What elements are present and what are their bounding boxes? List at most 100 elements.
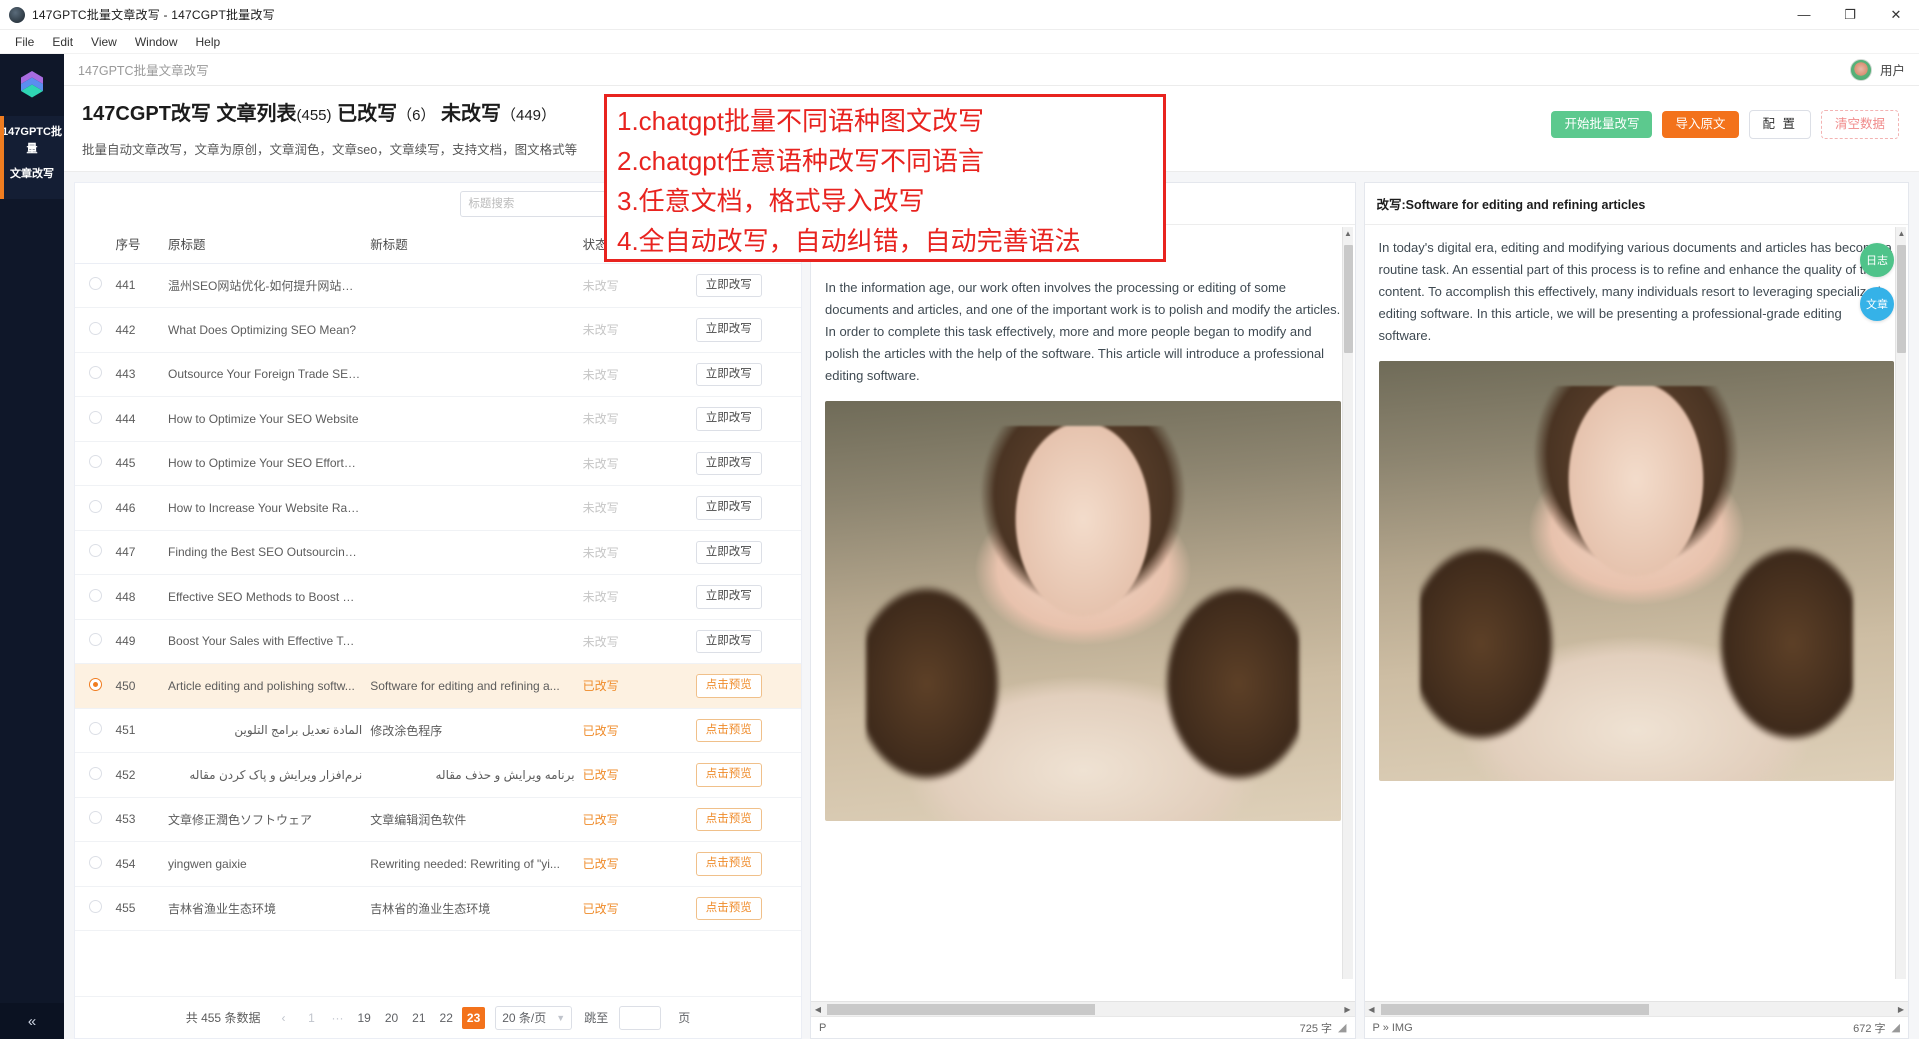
row-action-cell[interactable]: 立即改写 [696,308,801,353]
article-float-button[interactable]: 文章 [1860,287,1894,321]
table-row[interactable]: 454yingwen gaixieRewriting needed: Rewri… [75,842,801,887]
row-action-button[interactable]: 点击预览 [696,763,762,787]
scroll-thumb-h[interactable] [827,1004,1095,1015]
row-select-cell[interactable] [75,797,115,842]
user-area[interactable]: 用户 [1850,59,1905,81]
row-select-cell[interactable] [75,886,115,931]
row-select-cell[interactable] [75,263,115,308]
table-row[interactable]: 442What Does Optimizing SEO Mean?未改写立即改写 [75,308,801,353]
row-action-cell[interactable]: 立即改写 [696,619,801,664]
log-float-button[interactable]: 日志 [1860,243,1894,277]
maximize-button[interactable]: ❐ [1827,0,1873,30]
row-radio[interactable] [89,811,102,824]
row-radio[interactable] [89,856,102,869]
row-action-button[interactable]: 立即改写 [696,407,762,431]
row-radio[interactable] [89,544,102,557]
row-radio[interactable] [89,366,102,379]
row-select-cell[interactable] [75,352,115,397]
row-action-cell[interactable]: 立即改写 [696,263,801,308]
original-editor-body[interactable]: Editing software In the information age,… [811,225,1355,1001]
row-radio[interactable] [89,277,102,290]
row-action-cell[interactable]: 点击预览 [696,842,801,887]
sidebar-item-rewrite[interactable]: 147GPTC批量 文章改写 [0,116,64,199]
row-select-cell[interactable] [75,575,115,620]
row-action-button[interactable]: 立即改写 [696,318,762,342]
row-action-cell[interactable]: 立即改写 [696,352,801,397]
pagination-prev[interactable]: ‹ [272,1007,294,1029]
table-row[interactable]: 449Boost Your Sales with Effective Tao..… [75,619,801,664]
row-action-cell[interactable]: 点击预览 [696,797,801,842]
row-action-cell[interactable]: 立即改写 [696,441,801,486]
rewritten-editor-body[interactable]: In today's digital era, editing and modi… [1365,225,1909,1001]
jump-page-input[interactable] [619,1006,661,1030]
table-row[interactable]: 448Effective SEO Methods to Boost Yo...未… [75,575,801,620]
row-radio[interactable] [89,767,102,780]
row-action-cell[interactable]: 点击预览 [696,886,801,931]
scroll-right-icon[interactable]: ▶ [1341,1005,1355,1014]
row-radio[interactable] [89,455,102,468]
menu-view[interactable]: View [82,33,126,51]
row-radio[interactable] [89,633,102,646]
pagination-page-···[interactable]: ··· [326,1007,348,1029]
table-row[interactable]: 450Article editing and polishing softw..… [75,664,801,709]
row-radio[interactable] [89,411,102,424]
row-radio[interactable] [89,678,102,691]
row-action-cell[interactable]: 点击预览 [696,753,801,798]
row-action-cell[interactable]: 立即改写 [696,530,801,575]
pagination-page-1[interactable]: 1 [300,1007,322,1029]
row-action-button[interactable]: 点击预览 [696,897,762,921]
row-select-cell[interactable] [75,619,115,664]
menu-edit[interactable]: Edit [43,33,82,51]
row-radio[interactable] [89,900,102,913]
scroll-up-icon[interactable]: ▲ [1343,227,1354,240]
row-action-button[interactable]: 立即改写 [696,630,762,654]
rewritten-vertical-scrollbar[interactable]: ▲ [1895,227,1906,979]
row-select-cell[interactable] [75,842,115,887]
scroll-track[interactable] [1379,1004,1895,1015]
table-row[interactable]: 444How to Optimize Your SEO Website未改写立即… [75,397,801,442]
table-row[interactable]: 455吉林省渔业生态环境吉林省的渔业生态环境已改写点击预览 [75,886,801,931]
menu-help[interactable]: Help [187,33,230,51]
row-action-button[interactable]: 立即改写 [696,585,762,609]
table-row[interactable]: 445How to Optimize Your SEO Efforts ...未… [75,441,801,486]
scroll-thumb[interactable] [1344,245,1353,353]
rewritten-horizontal-scrollbar[interactable]: ◀ ▶ [1365,1001,1909,1016]
pagination-page-22[interactable]: 22 [435,1007,458,1029]
original-vertical-scrollbar[interactable]: ▲ [1342,227,1353,979]
search-input[interactable] [460,191,620,217]
row-action-button[interactable]: 点击预览 [696,674,762,698]
table-row[interactable]: 451المادة تعديل برامج التلوين修改涂色程序已改写点击… [75,708,801,753]
scroll-up-icon[interactable]: ▲ [1896,227,1907,240]
scroll-right-icon[interactable]: ▶ [1894,1005,1908,1014]
pagination-page-20[interactable]: 20 [380,1007,403,1029]
pagination-page-19[interactable]: 19 [352,1007,375,1029]
row-action-button[interactable]: 点击预览 [696,719,762,743]
resize-grip-icon[interactable]: ◢ [1338,1021,1346,1034]
scroll-thumb-h[interactable] [1381,1004,1649,1015]
table-row[interactable]: 441温州SEO网站优化-如何提升网站流...未改写立即改写 [75,263,801,308]
row-radio[interactable] [89,589,102,602]
scroll-left-icon[interactable]: ◀ [811,1005,825,1014]
table-row[interactable]: 446How to Increase Your Website Ran...未改… [75,486,801,531]
table-row[interactable]: 447Finding the Best SEO Outsourcing ...未… [75,530,801,575]
row-action-button[interactable]: 点击预览 [696,808,762,832]
row-select-cell[interactable] [75,397,115,442]
row-action-cell[interactable]: 立即改写 [696,397,801,442]
row-action-button[interactable]: 点击预览 [696,852,762,876]
row-select-cell[interactable] [75,708,115,753]
row-radio[interactable] [89,722,102,735]
menu-window[interactable]: Window [126,33,187,51]
row-select-cell[interactable] [75,664,115,709]
row-action-cell[interactable]: 立即改写 [696,486,801,531]
close-button[interactable]: ✕ [1873,0,1919,30]
row-select-cell[interactable] [75,486,115,531]
menu-file[interactable]: File [6,33,43,51]
page-size-select[interactable]: 20 条/页 ▼ [495,1006,572,1030]
import-source-button[interactable]: 导入原文 [1662,111,1738,138]
row-action-button[interactable]: 立即改写 [696,363,762,387]
row-select-cell[interactable] [75,753,115,798]
row-action-cell[interactable]: 点击预览 [696,664,801,709]
row-action-cell[interactable]: 立即改写 [696,575,801,620]
pagination-page-23[interactable]: 23 [462,1007,485,1029]
pagination-page-21[interactable]: 21 [407,1007,430,1029]
